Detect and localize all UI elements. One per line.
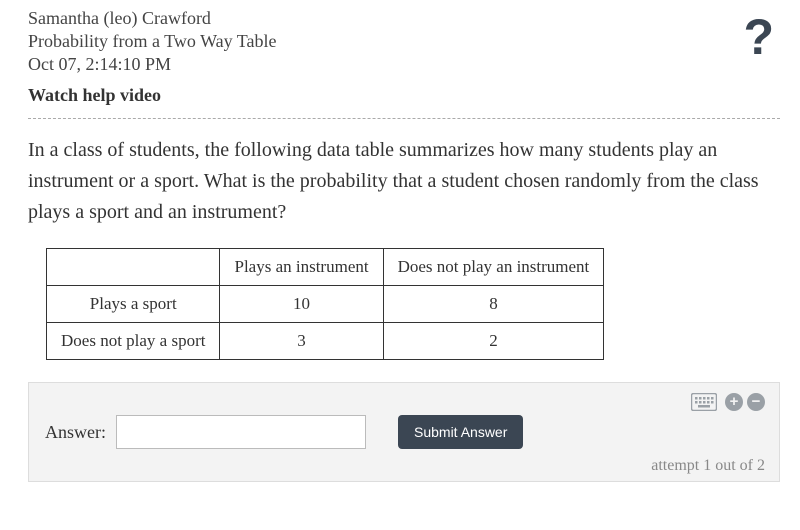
watch-help-video-link[interactable]: Watch help video [28,85,161,106]
table-header-cell: Plays an instrument [220,249,383,286]
data-cell: 8 [383,286,604,323]
answer-input[interactable] [116,415,366,449]
submit-answer-button[interactable]: Submit Answer [398,415,523,449]
data-cell: 3 [220,323,383,360]
assignment-topic: Probability from a Two Way Table [28,31,780,52]
assignment-header: Samantha (leo) Crawford Probability from… [28,8,780,118]
question-text: In a class of students, the following da… [28,135,780,228]
answer-panel: +− Answer: Submit Answer attempt 1 out o… [28,382,780,482]
help-icon[interactable]: ? [743,8,774,66]
table-header-cell: Does not play an instrument [383,249,604,286]
table-header-cell [47,249,220,286]
zoom-out-icon[interactable]: − [747,393,765,411]
zoom-in-icon[interactable]: + [725,393,743,411]
answer-row: Answer: Submit Answer [45,415,765,449]
table-row: Plays a sport 10 8 [47,286,604,323]
table-row: Does not play a sport 3 2 [47,323,604,360]
divider [28,118,780,119]
assignment-timestamp: Oct 07, 2:14:10 PM [28,54,780,75]
data-cell: 2 [383,323,604,360]
panel-toolbar: +− [45,393,765,411]
answer-label: Answer: [45,422,106,443]
attempt-counter: attempt 1 out of 2 [45,457,765,475]
data-cell: 10 [220,286,383,323]
keyboard-icon[interactable] [691,393,721,410]
student-name: Samantha (leo) Crawford [28,8,780,29]
two-way-table: Plays an instrument Does not play an ins… [46,248,604,360]
row-label: Does not play a sport [47,323,220,360]
table-header-row: Plays an instrument Does not play an ins… [47,249,604,286]
row-label: Plays a sport [47,286,220,323]
